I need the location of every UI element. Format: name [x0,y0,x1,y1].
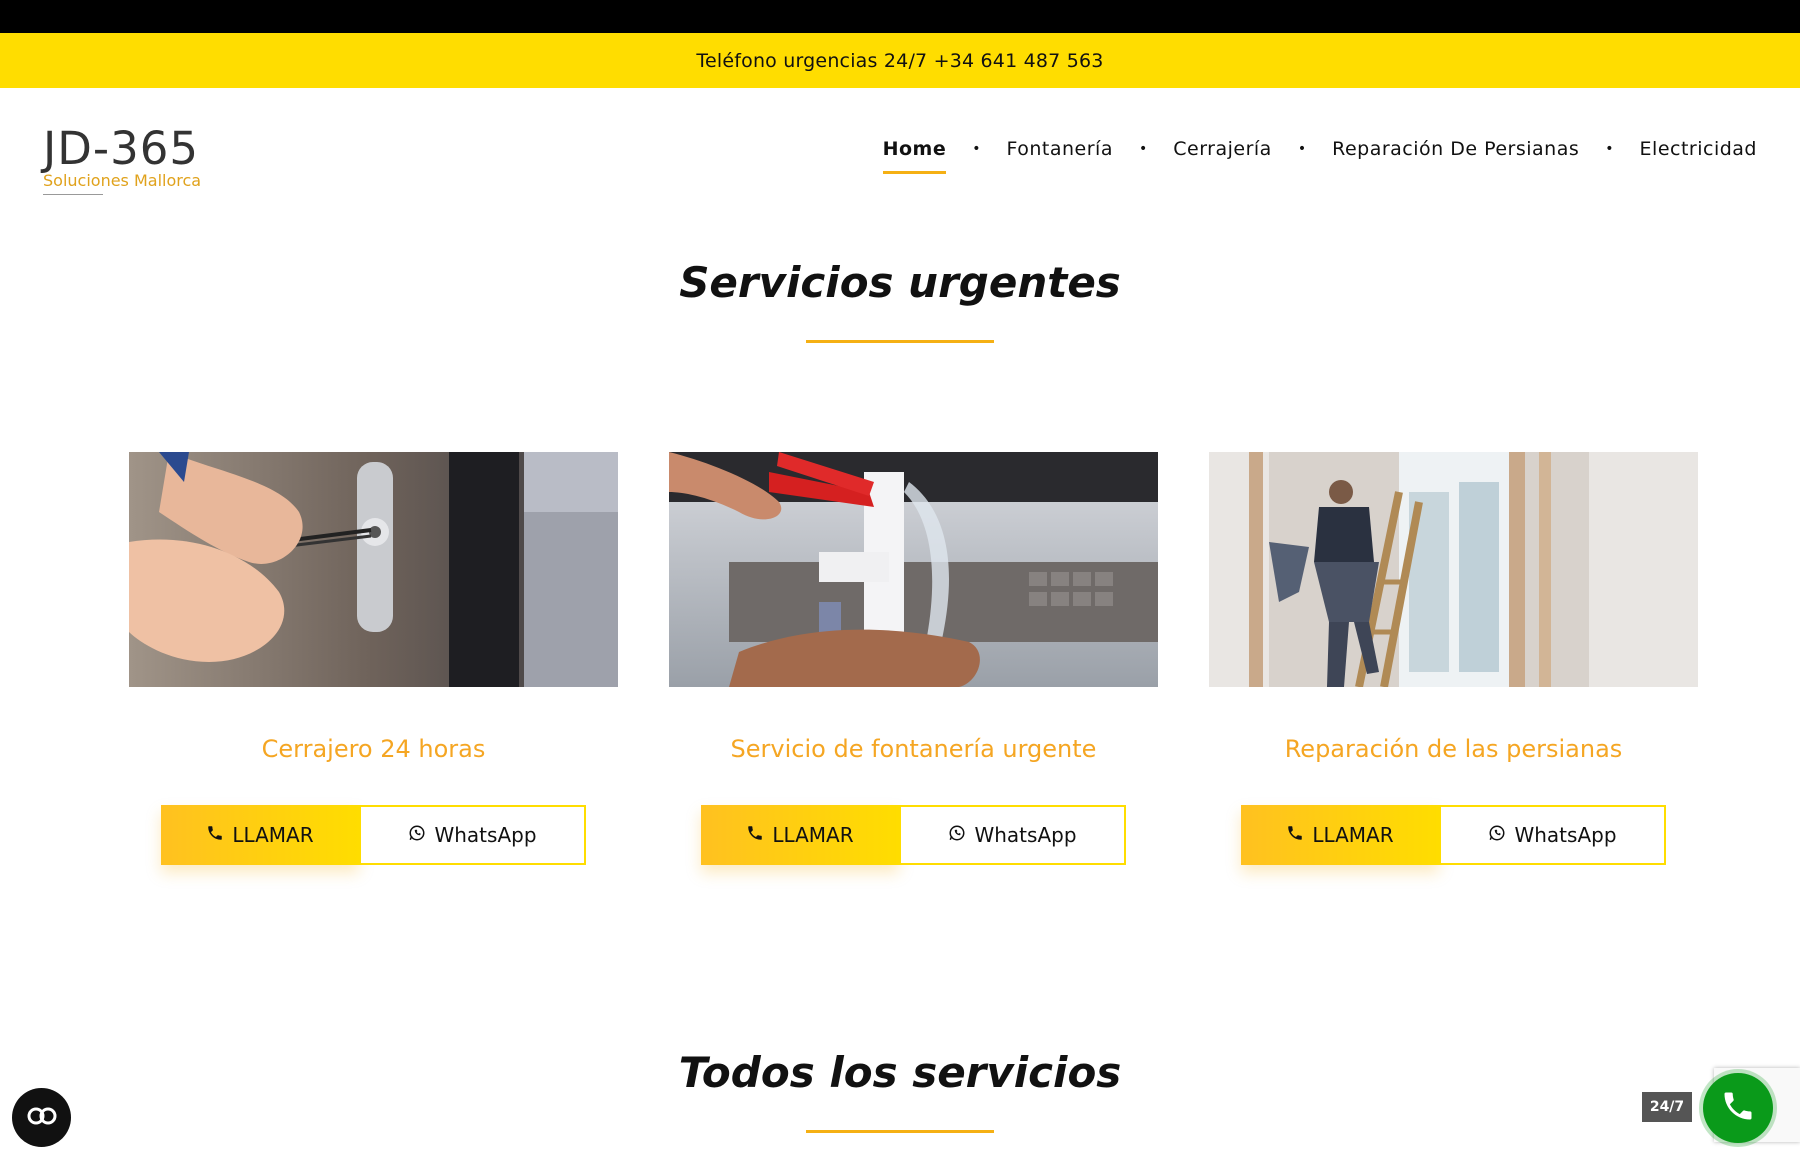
call-button[interactable]: LLAMAR [1241,805,1439,865]
phone-icon [206,823,224,847]
nav-item-electricidad[interactable]: Electricidad [1640,138,1757,166]
site-header: JD-365 Soluciones Mallorca Home • Fontan… [0,88,1800,218]
section-title-rule [806,1130,994,1133]
card-title: Cerrajero 24 horas [261,735,486,763]
phone-icon [1286,823,1304,847]
urgent-phone-text[interactable]: Teléfono urgencias 24/7 +34 641 487 563 [696,50,1103,72]
urgent-phone-bar[interactable]: Teléfono urgencias 24/7 +34 641 487 563 [0,33,1800,88]
floating-call-button[interactable] [1703,1073,1773,1143]
phone-icon [746,823,764,847]
logo-subtitle: Soluciones Mallorca [43,171,202,190]
whatsapp-icon [948,823,966,847]
service-card-persianas: Reparación de las persianas LLAMAR Whats… [1209,452,1698,865]
nav-separator: • [972,141,981,157]
card-image-shutters [1209,452,1698,687]
nav-separator: • [1138,141,1148,157]
top-black-strip [0,0,1800,33]
whatsapp-icon [1488,823,1506,847]
card-title: Reparación de las persianas [1284,735,1623,763]
accessibility-button[interactable] [12,1088,71,1147]
whatsapp-button-label: WhatsApp [1514,823,1617,847]
call-button[interactable]: LLAMAR [161,805,359,865]
whatsapp-button-label: WhatsApp [434,823,537,847]
section-title-all-services: Todos los servicios [678,1048,1122,1097]
nav-item-home[interactable]: Home [882,138,947,174]
card-title: Servicio de fontanería urgente [730,735,1097,763]
nav-item-cerrajeria[interactable]: Cerrajería [1173,138,1272,166]
main-nav: Home • Fontanería • Cerrajería • Reparac… [882,138,1757,174]
availability-badge: 24/7 [1642,1092,1692,1122]
call-button-label: LLAMAR [232,823,314,847]
logo-underline [43,194,103,195]
service-card-cerrajero: Cerrajero 24 horas LLAMAR WhatsApp [129,452,618,865]
call-button-label: LLAMAR [1312,823,1394,847]
logo-main-text: JD-365 [43,122,200,175]
call-button[interactable]: LLAMAR [701,805,899,865]
nav-item-persianas[interactable]: Reparación De Persianas [1332,138,1579,166]
call-button-label: LLAMAR [772,823,854,847]
site-logo[interactable]: JD-365 Soluciones Mallorca [43,126,223,195]
whatsapp-icon [408,823,426,847]
card-image-locksmith [129,452,618,687]
whatsapp-button-label: WhatsApp [974,823,1077,847]
card-image-plumbing [669,452,1158,687]
card-button-group: LLAMAR WhatsApp [161,805,586,865]
whatsapp-button[interactable]: WhatsApp [1439,805,1666,865]
accessibility-icon [27,1106,57,1130]
service-card-fontaneria: Servicio de fontanería urgente LLAMAR Wh… [669,452,1158,865]
section-title-rule [806,340,994,343]
card-button-group: LLAMAR WhatsApp [1241,805,1666,865]
phone-icon [1720,1088,1756,1128]
whatsapp-button[interactable]: WhatsApp [899,805,1126,865]
nav-separator: • [1605,141,1614,157]
section-title-urgent: Servicios urgentes [679,258,1121,307]
nav-separator: • [1297,141,1307,157]
card-button-group: LLAMAR WhatsApp [701,805,1126,865]
nav-item-fontaneria[interactable]: Fontanería [1006,138,1112,166]
whatsapp-button[interactable]: WhatsApp [359,805,586,865]
